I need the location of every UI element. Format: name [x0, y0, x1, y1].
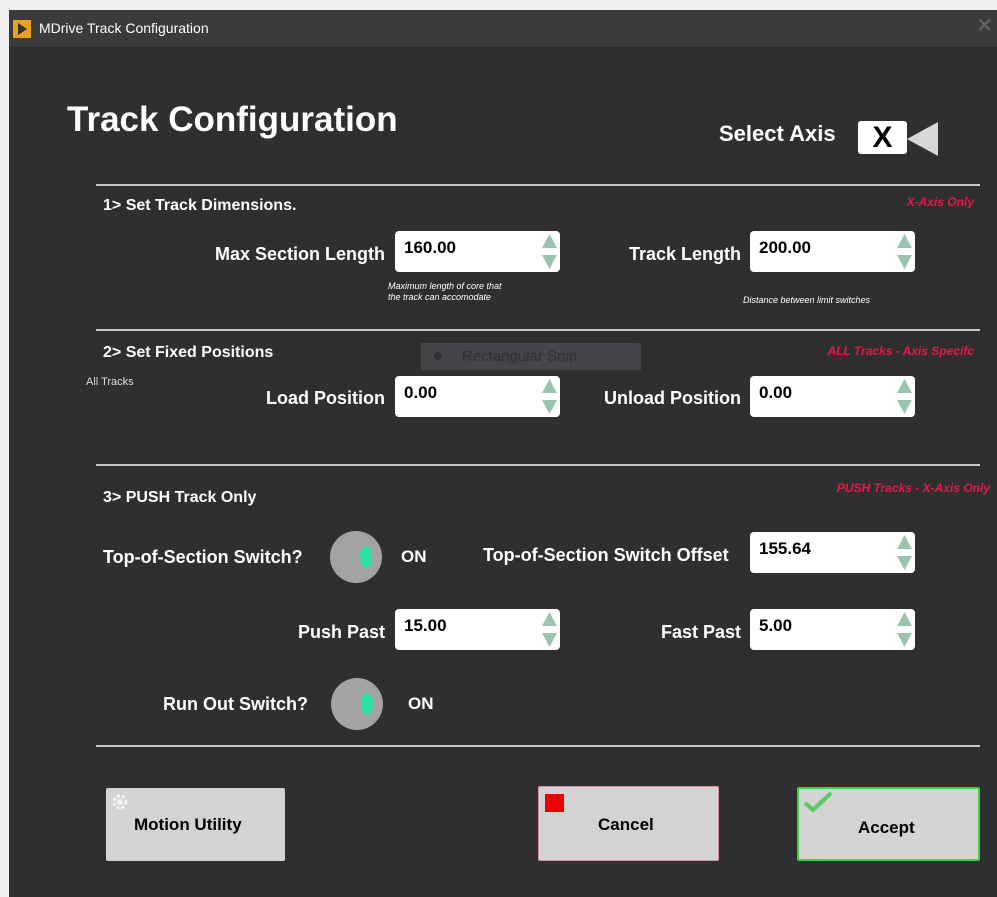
motion-utility-button[interactable]: Motion Utility	[106, 788, 285, 861]
track-length-input[interactable]: 200.00	[750, 231, 915, 272]
section-title-fixed-positions: 2> Set Fixed Positions	[103, 344, 274, 361]
run-out-switch-state: ON	[408, 694, 434, 713]
window-title: MDrive Track Configuration	[39, 20, 209, 36]
top-switch-offset-label: Top-of-Section Switch Offset	[483, 545, 729, 565]
track-length-hint: Distance between limit switches	[743, 295, 871, 305]
run-out-switch-label: Run Out Switch?	[163, 694, 308, 714]
load-position-value: 0.00	[404, 383, 438, 402]
app-icon	[13, 20, 31, 38]
top-switch-offset-value: 155.64	[759, 539, 811, 558]
select-axis-label: Select Axis	[719, 121, 836, 146]
unload-position-input[interactable]: 0.00	[750, 376, 915, 417]
max-section-length-label: Max Section Length	[214, 244, 385, 264]
hint-line: the track can accomodate	[388, 292, 492, 302]
axis-selector[interactable]: X	[858, 121, 907, 154]
unload-position-label: Unload Position	[604, 388, 741, 408]
gear-icon	[112, 794, 128, 810]
track-length-value: 200.00	[759, 238, 811, 257]
run-out-switch-toggle[interactable]	[331, 678, 383, 730]
scope-note-x-axis: X-Axis Only	[906, 195, 974, 209]
dialog-window: MDrive Track Configuration ✕ Track Confi…	[9, 10, 997, 897]
divider	[96, 745, 980, 747]
checkmark-icon	[803, 791, 833, 813]
snip-dot-icon	[434, 352, 442, 360]
spinner-icon[interactable]	[896, 233, 913, 270]
max-section-length-hint: Maximum length of core that the track ca…	[388, 281, 502, 303]
page-title: Track Configuration	[67, 100, 398, 139]
top-switch-offset-input[interactable]: 155.64	[750, 532, 915, 573]
accept-button[interactable]: Accept	[797, 787, 980, 861]
load-position-label: Load Position	[266, 388, 385, 408]
section-title-dimensions: 1> Set Track Dimensions.	[103, 197, 297, 214]
hint-line: Maximum length of core that	[388, 281, 502, 291]
title-bar: MDrive Track Configuration ✕	[9, 10, 997, 47]
fast-past-input[interactable]: 5.00	[750, 609, 915, 650]
divider	[96, 464, 980, 466]
divider	[96, 184, 980, 186]
rectangular-snip-label: Rectangular Snip	[462, 348, 578, 365]
unload-position-value: 0.00	[759, 383, 793, 402]
spinner-icon[interactable]	[896, 534, 913, 571]
all-tracks-note: All Tracks	[86, 376, 134, 388]
toggle-knob	[360, 546, 372, 568]
toggle-knob	[361, 693, 373, 715]
axis-arrow-icon[interactable]	[907, 122, 939, 156]
scope-note-push-tracks: PUSH Tracks - X-Axis Only	[836, 481, 990, 495]
fast-past-value: 5.00	[759, 616, 793, 635]
spinner-icon[interactable]	[896, 378, 913, 415]
spinner-icon[interactable]	[896, 611, 913, 648]
section-title-push-track: 3> PUSH Track Only	[103, 489, 257, 506]
track-length-label: Track Length	[628, 244, 741, 264]
cancel-button[interactable]: Cancel	[538, 786, 719, 861]
top-switch-toggle[interactable]	[330, 531, 382, 583]
push-past-label: Push Past	[297, 622, 385, 642]
fast-past-label: Fast Past	[660, 622, 741, 642]
rectangular-snip-overlay: Rectangular Snip	[421, 343, 641, 370]
top-switch-label: Top-of-Section Switch?	[103, 547, 303, 567]
close-icon[interactable]: ✕	[976, 16, 993, 36]
stop-icon	[545, 794, 564, 812]
scope-note-all-tracks: ALL Tracks - Axis Specifc	[827, 344, 974, 358]
accept-label: Accept	[858, 818, 915, 837]
motion-utility-label: Motion Utility	[134, 815, 242, 834]
divider	[96, 329, 980, 331]
cancel-label: Cancel	[598, 815, 654, 834]
top-switch-state: ON	[401, 547, 427, 566]
